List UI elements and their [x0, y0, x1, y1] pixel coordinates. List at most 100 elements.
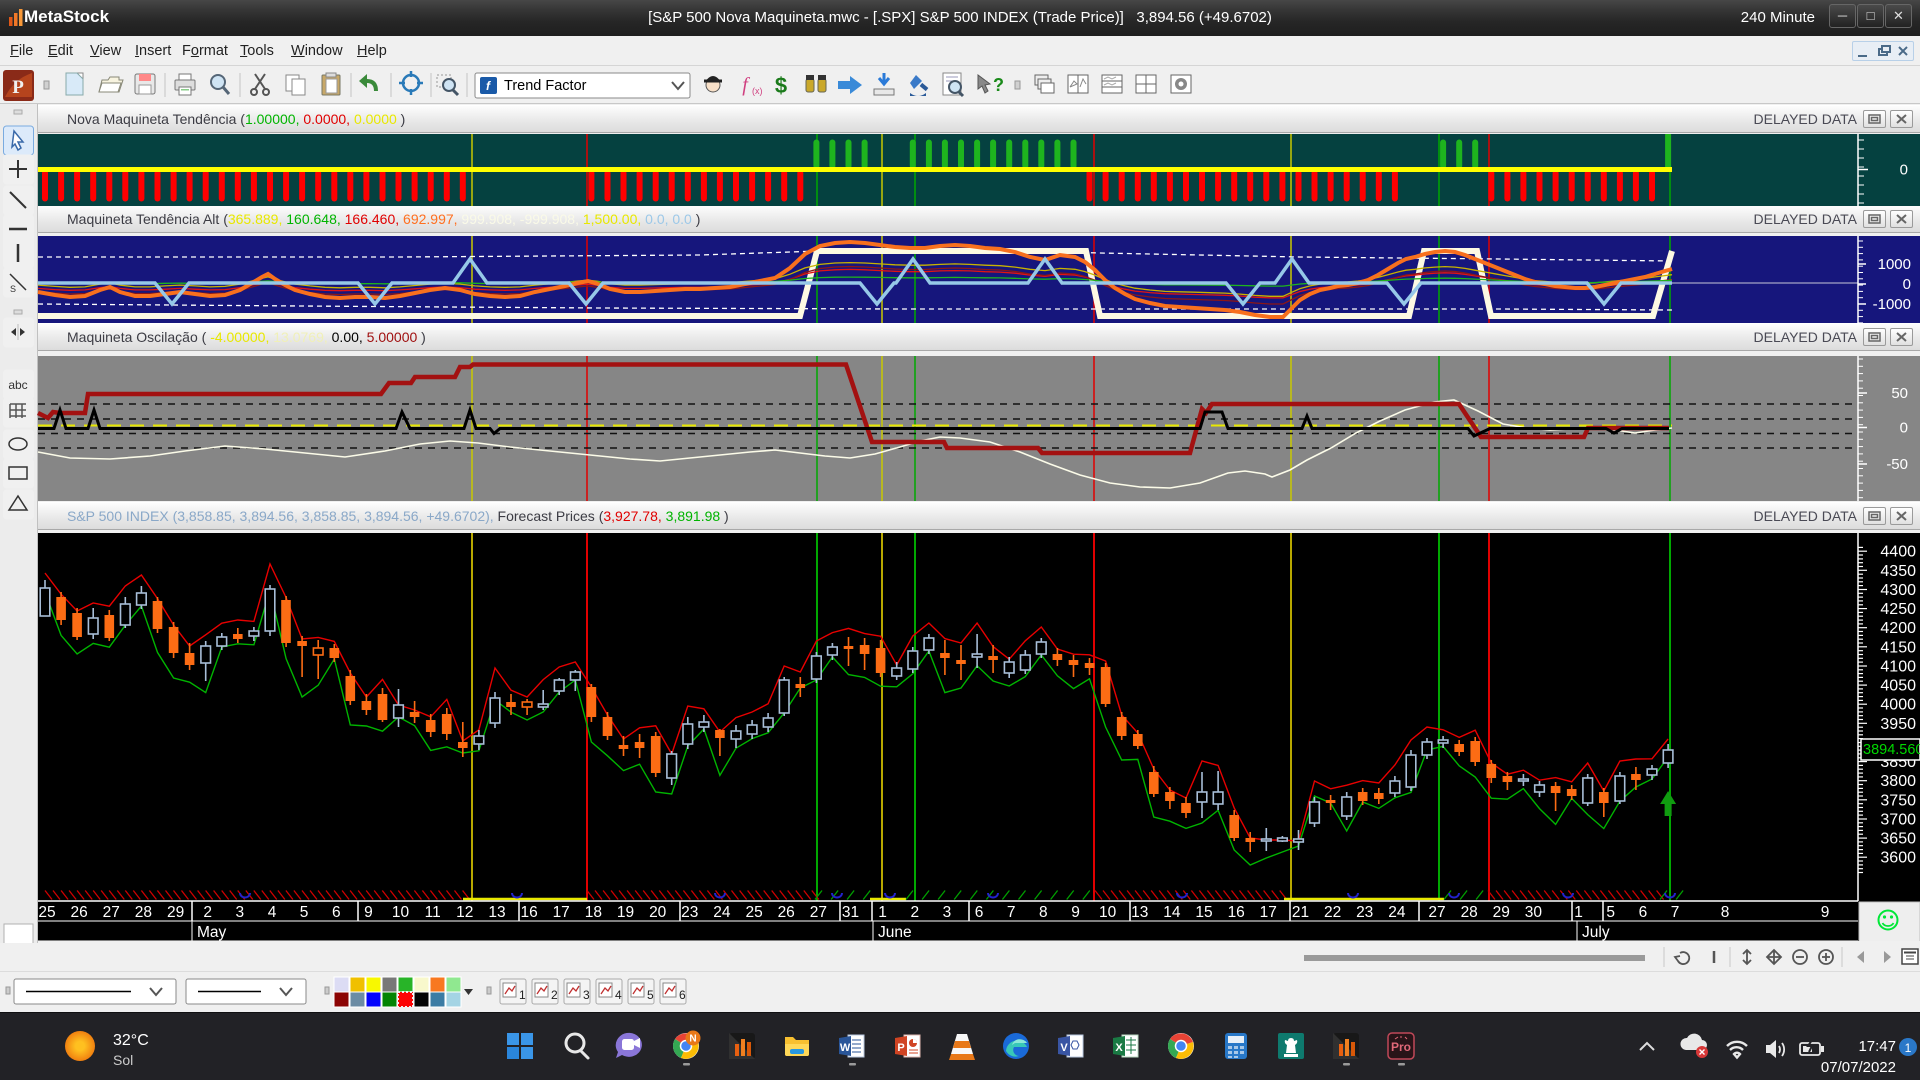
svg-text:16: 16 [520, 904, 537, 921]
svg-text:May: May [197, 924, 227, 941]
svg-text:6: 6 [332, 904, 341, 921]
svg-text:Trend Factor: Trend Factor [504, 78, 587, 94]
svg-text:0: 0 [1903, 276, 1911, 293]
svg-text:1: 1 [519, 988, 526, 1002]
svg-text:23: 23 [1356, 904, 1373, 921]
svg-text:4250: 4250 [1880, 601, 1916, 618]
svg-text:Sol: Sol [113, 1052, 133, 1068]
svg-text:4350: 4350 [1880, 563, 1916, 580]
svg-text:2: 2 [910, 904, 919, 921]
svg-text:5: 5 [647, 988, 654, 1002]
svg-text:1000: 1000 [1878, 256, 1911, 273]
svg-text:Pro: Pro [1391, 1040, 1411, 1054]
svg-text:6: 6 [975, 904, 984, 921]
svg-text:50: 50 [1891, 385, 1908, 402]
svg-text:28: 28 [135, 904, 152, 921]
svg-text:?: ? [993, 75, 1004, 95]
svg-text:2: 2 [551, 988, 558, 1002]
svg-text:9: 9 [1071, 904, 1080, 921]
svg-text:18: 18 [585, 904, 602, 921]
svg-text:12: 12 [456, 904, 473, 921]
svg-text:25: 25 [745, 904, 762, 921]
svg-text:27: 27 [1428, 904, 1445, 921]
svg-text:7: 7 [1007, 904, 1016, 921]
svg-text:13: 13 [1131, 904, 1148, 921]
svg-text:8: 8 [1721, 904, 1730, 921]
svg-text:28: 28 [1461, 904, 1478, 921]
svg-text:31: 31 [842, 904, 859, 921]
svg-text:4: 4 [268, 904, 277, 921]
svg-text:32°C: 32°C [113, 1032, 149, 1049]
svg-text:15: 15 [1195, 904, 1212, 921]
svg-text:30: 30 [1525, 904, 1543, 921]
svg-text:14: 14 [1163, 904, 1181, 921]
svg-text:26: 26 [70, 904, 87, 921]
svg-text:3950: 3950 [1880, 716, 1916, 733]
svg-text:4150: 4150 [1880, 639, 1916, 656]
svg-text:9: 9 [1821, 904, 1830, 921]
svg-text:13: 13 [488, 904, 505, 921]
svg-text:3650: 3650 [1880, 831, 1916, 848]
svg-text:9: 9 [364, 904, 373, 921]
svg-text:8: 8 [1039, 904, 1048, 921]
svg-text:19: 19 [617, 904, 634, 921]
svg-text:5: 5 [300, 904, 309, 921]
svg-text:0: 0 [1900, 420, 1908, 437]
svg-text:4000: 4000 [1880, 697, 1916, 714]
svg-text:27: 27 [103, 904, 120, 921]
svg-text:3750: 3750 [1880, 792, 1916, 809]
svg-text:$: $ [775, 73, 787, 98]
svg-text:P: P [12, 77, 24, 98]
svg-text:10: 10 [1099, 904, 1117, 921]
svg-text:07/07/2022: 07/07/2022 [1821, 1059, 1896, 1076]
svg-text:1: 1 [878, 904, 887, 921]
svg-text:21: 21 [1292, 904, 1309, 921]
svg-text:3: 3 [235, 904, 244, 921]
svg-text:22: 22 [1324, 904, 1341, 921]
svg-text:V: V [1060, 1042, 1068, 1054]
svg-text:29: 29 [1493, 904, 1510, 921]
svg-text:16: 16 [1228, 904, 1245, 921]
svg-text:20: 20 [649, 904, 667, 921]
svg-text:3: 3 [943, 904, 952, 921]
svg-text:2: 2 [203, 904, 212, 921]
svg-text:1: 1 [1574, 904, 1583, 921]
svg-text:5: 5 [1606, 904, 1615, 921]
svg-text:June: June [878, 924, 912, 941]
svg-text:July: July [1582, 924, 1610, 941]
svg-text:4: 4 [615, 988, 622, 1002]
svg-text:-50: -50 [1886, 456, 1908, 473]
svg-text:3894.560: 3894.560 [1863, 742, 1920, 758]
svg-text:P: P [897, 1042, 904, 1054]
svg-text:f: f [742, 74, 750, 96]
svg-text:-1000: -1000 [1873, 296, 1911, 313]
svg-text:27: 27 [810, 904, 827, 921]
svg-text:W: W [840, 1042, 851, 1054]
svg-text:3800: 3800 [1880, 773, 1916, 790]
svg-text:17: 17 [1260, 904, 1277, 921]
svg-text:4100: 4100 [1880, 659, 1916, 676]
svg-text:0: 0 [1900, 162, 1908, 179]
svg-text:6: 6 [1639, 904, 1648, 921]
svg-text:X: X [1115, 1042, 1123, 1054]
svg-text:3: 3 [583, 988, 590, 1002]
svg-text:26: 26 [778, 904, 795, 921]
svg-text:(x): (x) [752, 86, 763, 96]
svg-text:4400: 4400 [1880, 544, 1916, 561]
svg-text:3600: 3600 [1880, 850, 1916, 867]
svg-text:24: 24 [713, 904, 731, 921]
svg-text:6: 6 [679, 988, 686, 1002]
svg-text:11: 11 [425, 904, 441, 921]
svg-text:25: 25 [38, 904, 55, 921]
svg-text:4300: 4300 [1880, 582, 1916, 599]
svg-text:4050: 4050 [1880, 678, 1916, 695]
svg-text:17:47: 17:47 [1858, 1038, 1896, 1055]
svg-text:29: 29 [167, 904, 184, 921]
svg-text:17: 17 [553, 904, 570, 921]
svg-text:7: 7 [1671, 904, 1680, 921]
svg-text:23: 23 [681, 904, 698, 921]
svg-text:4200: 4200 [1880, 620, 1916, 637]
svg-text:3700: 3700 [1880, 812, 1916, 829]
svg-text:10: 10 [392, 904, 410, 921]
svg-text:1: 1 [1905, 1041, 1912, 1055]
